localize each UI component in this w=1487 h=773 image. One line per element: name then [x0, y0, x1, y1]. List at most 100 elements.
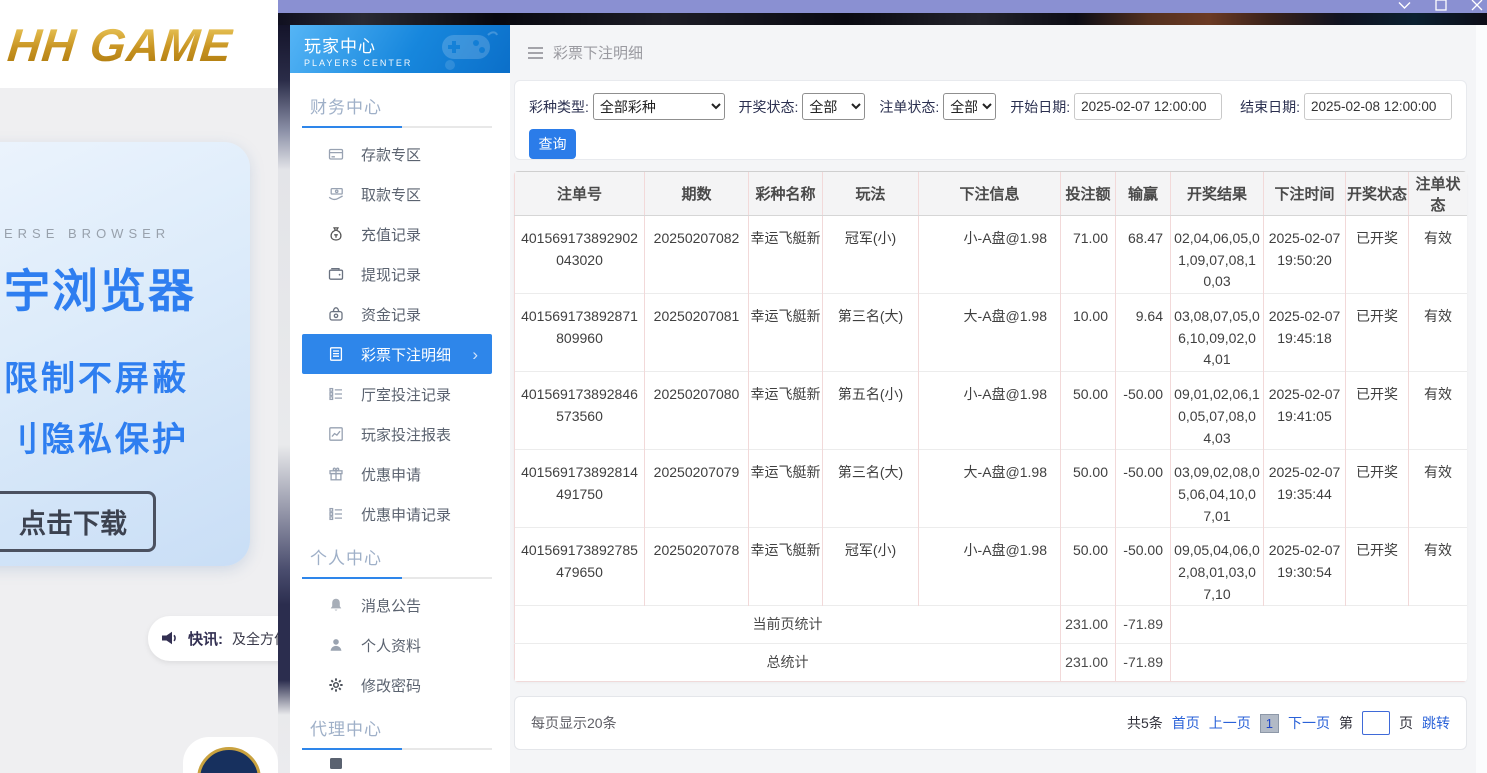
table-row: 401569173892814491750 20250207079 幸运飞艇新 第三名… [514, 449, 1467, 528]
agent-icon [328, 756, 344, 770]
withdrawal-wallet-icon [328, 266, 344, 282]
sidebar-item-label: 优惠申请记录 [361, 506, 452, 524]
sidebar-item-提现记录[interactable]: 提现记录 [302, 254, 492, 294]
sidebar-item-label: 个人资料 [361, 637, 422, 655]
table-row: 401569173892846573560 20250207080 幸运飞艇新 第五名… [514, 371, 1467, 450]
sidebar-item-label: 提现记录 [361, 266, 422, 284]
section-divider [302, 126, 492, 128]
table-cell: 50.00 [1060, 527, 1116, 606]
hamburger-icon[interactable] [528, 46, 543, 59]
table-cell: 大-A盘@1.98 [918, 449, 1061, 528]
sidebar-item-充值记录[interactable]: 充值记录 [302, 214, 492, 254]
end-date-input[interactable] [1304, 93, 1452, 120]
download-button[interactable]: 点击下载 [0, 491, 156, 552]
table-cell: -50.00 [1115, 449, 1171, 528]
draw-status-select[interactable]: 全部 [802, 93, 866, 120]
section-divider [302, 748, 492, 750]
first-page-link[interactable]: 首页 [1172, 713, 1200, 733]
sidebar-item-label: 彩票下注明细 [361, 346, 452, 364]
lottery-doc-icon [328, 346, 344, 362]
content-right-gutter [1476, 25, 1487, 773]
sidebar-item-label: 消息公告 [361, 597, 422, 615]
jump-label-pre: 第 [1339, 715, 1353, 732]
table-cell: 已开奖 [1345, 527, 1409, 606]
sidebar-item-修改密码[interactable]: 修改密码 [302, 665, 492, 705]
table-cell: 71.00 [1060, 214, 1116, 294]
sidebar-item-label: 修改密码 [361, 677, 422, 695]
table-cell: 2025-02-07 19:50:20 [1263, 214, 1346, 294]
next-page-link[interactable]: 下一页 [1288, 713, 1330, 733]
sidebar-item-优惠申请记录[interactable]: 优惠申请记录 [302, 494, 492, 534]
sidebar-header: 玩家中心 PLAYERS CENTER [290, 25, 510, 73]
table-cell: 幸运飞艇新 [748, 371, 823, 450]
end-date-label: 结束日期: [1240, 98, 1300, 115]
sidebar-item-个人资料[interactable]: 个人资料 [302, 625, 492, 665]
sidebar-item-玩家投注报表[interactable]: 玩家投注报表 [302, 414, 492, 454]
draw-status-label: 开奖状态: [738, 98, 799, 115]
withdraw-hand-icon [328, 186, 344, 202]
column-header: 开奖状态 [1345, 171, 1409, 216]
summary-row: 当前页统计 231.00 -71.89 [514, 605, 1467, 644]
sidebar-item-厅室投注记录[interactable]: 厅室投注记录 [302, 374, 492, 414]
order-status-label: 注单状态: [879, 98, 940, 115]
table-row: 401569173892785479650 20250207078 幸运飞艇新 冠军(… [514, 527, 1467, 606]
sidebar-item-消息公告[interactable]: 消息公告 [302, 585, 492, 625]
pagination-bar: 每页显示20条 共5条 首页 上一页 1 下一页 第 页 跳转 [514, 696, 1467, 751]
table-cell: 小-A盘@1.98 [918, 371, 1061, 450]
summary-label: 总统计 [514, 643, 1061, 682]
sidebar-item-partial[interactable] [302, 756, 492, 770]
total-count-text: 共5条 [1126, 715, 1163, 732]
table-cell: 2025-02-07 19:41:05 [1263, 371, 1346, 450]
sidebar-item-label: 优惠申请 [361, 466, 422, 484]
lottery-type-select[interactable]: 全部彩种 [592, 93, 725, 120]
column-header: 输赢 [1115, 171, 1171, 216]
section-divider [302, 577, 492, 579]
gear-icon [328, 677, 344, 693]
deposit-card-icon [328, 146, 344, 162]
section-heading: 财务中心 [310, 98, 382, 117]
column-header: 彩种名称 [748, 171, 823, 216]
window-titlebar [278, 0, 1487, 13]
chevron-down-icon[interactable] [1398, 1, 1411, 10]
table-cell: 第三名(大) [822, 449, 919, 528]
bet-table: 注单号 期数 彩种名称 玩法 下注信息 投注额 输赢 开奖结果 下注时间 开奖状态 注单状态 401… [514, 171, 1467, 683]
column-header: 玩法 [822, 171, 919, 216]
site-logo-band: HH GAME [0, 0, 278, 88]
current-page-badge: 1 [1259, 713, 1279, 733]
column-header: 注单状态 [1408, 171, 1467, 216]
maximize-icon[interactable] [1435, 0, 1447, 11]
lottery-type-label: 彩种类型: [529, 98, 589, 115]
funds-purse-icon [328, 306, 344, 322]
summary-winloss-total: -71.89 [1115, 605, 1171, 644]
query-button[interactable]: 查询 [529, 129, 576, 159]
sidebar-item-彩票下注明细[interactable]: 彩票下注明细 › [302, 334, 492, 374]
hh-game-logo: HH GAME [5, 19, 235, 71]
table-cell: 小-A盘@1.98 [918, 214, 1061, 294]
page-number-input[interactable] [1362, 711, 1390, 736]
user-icon [328, 637, 344, 653]
summary-label: 当前页统计 [514, 605, 1061, 644]
sidebar-item-存款专区[interactable]: 存款专区 [302, 134, 492, 174]
table-cell: 20250207081 [644, 293, 749, 372]
ad-line-2: 刂隐私保护 [4, 421, 189, 459]
table-cell: 大-A盘@1.98 [918, 293, 1061, 372]
sidebar-item-资金记录[interactable]: 资金记录 [302, 294, 492, 334]
start-date-input[interactable] [1074, 93, 1223, 120]
sidebar-item-取款专区[interactable]: 取款专区 [302, 174, 492, 214]
summary-empty [1170, 605, 1467, 644]
prev-page-link[interactable]: 上一页 [1209, 713, 1251, 733]
summary-row: 总统计 231.00 -71.89 [514, 643, 1467, 682]
sidebar-item-优惠申请[interactable]: 优惠申请 [302, 454, 492, 494]
table-header-row: 注单号 期数 彩种名称 玩法 下注信息 投注额 输赢 开奖结果 下注时间 开奖状态 注单状态 [514, 171, 1467, 216]
close-icon[interactable] [1471, 0, 1483, 11]
ad-tagline-en: ERSE BROWSER [4, 226, 171, 241]
ad-line-1: 限制不屏蔽 [4, 360, 189, 398]
table-cell: 68.47 [1115, 214, 1171, 294]
jump-button[interactable]: 跳转 [1422, 713, 1450, 733]
background-site: HH GAME ERSE BROWSER 宇浏览器 限制不屏蔽 刂隐私保护 点击… [0, 0, 308, 773]
main-content: 彩票下注明细 彩种类型: 全部彩种 开奖状态: 全部 注单状态: 全部 开始日期… [510, 25, 1487, 773]
table-cell: 第三名(大) [822, 293, 919, 372]
order-status-select[interactable]: 全部 [943, 93, 997, 120]
recharge-bag-icon [328, 226, 344, 242]
ticker-label: 快讯: [188, 631, 223, 648]
